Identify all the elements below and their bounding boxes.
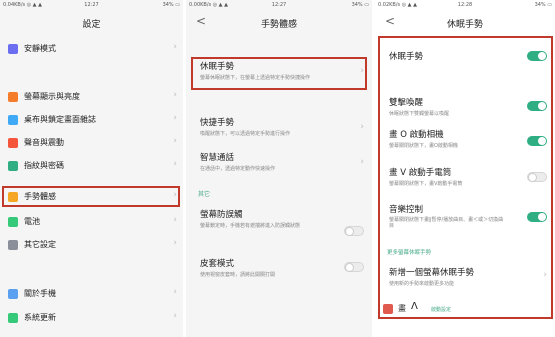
chevron-right-icon: ›: [360, 157, 364, 167]
page-title: 手勢體感: [260, 20, 297, 30]
highlight-gesture-item: [2, 186, 180, 207]
settings-item[interactable]: 其它設定 ›: [0, 236, 183, 254]
settings-item-icon: [8, 313, 18, 323]
header: < 休眠手勢: [375, 14, 555, 32]
status-time: 12:27: [271, 2, 287, 8]
chevron-right-icon: ›: [173, 90, 177, 100]
chevron-right-icon: ›: [173, 159, 177, 169]
settings-item-label: 關於手機: [24, 289, 56, 298]
settings-item[interactable]: 桌布與鎖定畫面雜誌 ›: [0, 111, 183, 129]
settings-item[interactable]: 關於手機 ›: [0, 285, 183, 303]
settings-item[interactable]: 指紋與密碼 ›: [0, 157, 183, 175]
settings-item-icon: [8, 217, 18, 227]
gesture-item-shortcut[interactable]: 快捷手勢 喚醒狀態下，可以透過特定手勢進行操作: [200, 116, 364, 137]
settings-item[interactable]: 電池 ›: [0, 213, 183, 231]
chevron-right-icon: ›: [173, 42, 177, 52]
settings-item-label: 系統更新: [24, 313, 56, 322]
status-right: 34% ▭: [534, 2, 552, 8]
status-bar: 0.02KB/s ◎ ▲ ▲ 12:28 34% ▭: [375, 0, 555, 10]
item-title: 智慧通話: [200, 153, 235, 163]
cover-mode-toggle[interactable]: [344, 262, 364, 272]
settings-item-label: 指紋與密碼: [24, 161, 64, 170]
gesture-item-anti-touch: 螢幕防誤觸 螢幕鎖定時，手機若有遮擋將進入防誤觸狀態: [200, 208, 364, 229]
settings-item-icon: [8, 161, 18, 171]
header: < 手勢體感: [186, 14, 372, 32]
chevron-right-icon: ›: [173, 238, 177, 248]
settings-item-icon: [8, 115, 18, 125]
chevron-right-icon: ›: [173, 113, 177, 123]
gesture-item-cover-mode: 皮套模式 使用視窗皮套時，請將此開關打開: [200, 257, 364, 278]
page-title: 休眠手勢: [446, 20, 483, 30]
settings-item[interactable]: 安靜模式 ›: [0, 40, 183, 58]
settings-item-icon: [8, 44, 18, 54]
settings-item-label: 螢幕顯示與亮度: [24, 92, 80, 101]
status-right: 34% ▭: [351, 2, 369, 8]
gesture-panel: 0.00KB/s ◎ ▲ ▲ 12:27 34% ▭ < 手勢體感 休眠手勢 螢…: [186, 0, 372, 337]
settings-item[interactable]: 系統更新 ›: [0, 309, 183, 327]
highlight-sleep-gesture: [191, 57, 367, 90]
chevron-right-icon: ›: [173, 287, 177, 297]
settings-item-label: 桌布與鎖定畫面雜誌: [24, 115, 96, 124]
settings-item-label: 安靜模式: [24, 44, 56, 53]
chevron-right-icon: ›: [173, 215, 177, 225]
section-header-other: 其它: [198, 191, 211, 198]
settings-item[interactable]: 螢幕顯示與亮度 ›: [0, 88, 183, 106]
chevron-right-icon: ›: [360, 122, 364, 132]
item-title: 皮套模式: [200, 259, 235, 269]
settings-item-icon: [8, 289, 18, 299]
status-bar: 0.04KB/s ◎ ▲ ▲ 12:27 34% ▭: [0, 0, 183, 10]
gesture-item-smart-call[interactable]: 智慧通話 在通話中，透過特定動作快速操作: [200, 151, 364, 172]
settings-item[interactable]: 聲音與震動 ›: [0, 134, 183, 152]
anti-touch-toggle[interactable]: [344, 226, 364, 236]
status-right: 34% ▭: [162, 2, 180, 8]
status-left: 0.02KB/s ◎ ▲ ▲: [378, 2, 417, 8]
settings-item-icon: [8, 138, 18, 148]
status-time: 12:28: [457, 2, 473, 8]
item-subtitle: 螢幕鎖定時，手機若有遮擋將進入防誤觸狀態: [200, 223, 301, 229]
chevron-right-icon: ›: [173, 136, 177, 146]
status-left: 0.04KB/s ◎ ▲ ▲: [3, 2, 42, 8]
page-title: 設定: [82, 20, 101, 30]
status-left: 0.00KB/s ◎ ▲ ▲: [189, 2, 228, 8]
settings-item-label: 聲音與震動: [24, 138, 64, 147]
chevron-right-icon: ›: [173, 311, 177, 321]
settings-item-icon: [8, 92, 18, 102]
highlight-sleep-gesture-list: [378, 36, 553, 319]
settings-item-icon: [8, 240, 18, 250]
item-title: 螢幕防誤觸: [200, 210, 243, 220]
item-subtitle: 使用視窗皮套時，請將此開關打開: [200, 272, 276, 278]
item-subtitle: 在通話中，透過特定動作快速操作: [200, 166, 276, 172]
header: 設定: [0, 14, 183, 32]
item-title: 快捷手勢: [200, 118, 235, 128]
settings-panel: 0.04KB/s ◎ ▲ ▲ 12:27 34% ▭ 設定 安靜模式 › 螢幕顯示與…: [0, 0, 183, 337]
item-subtitle: 喚醒狀態下，可以透過特定手勢進行操作: [200, 131, 291, 137]
settings-item-label: 其它設定: [24, 240, 56, 249]
status-time: 12:27: [84, 2, 99, 8]
settings-item-label: 電池: [24, 217, 40, 226]
status-bar: 0.00KB/s ◎ ▲ ▲ 12:27 34% ▭: [186, 0, 372, 10]
